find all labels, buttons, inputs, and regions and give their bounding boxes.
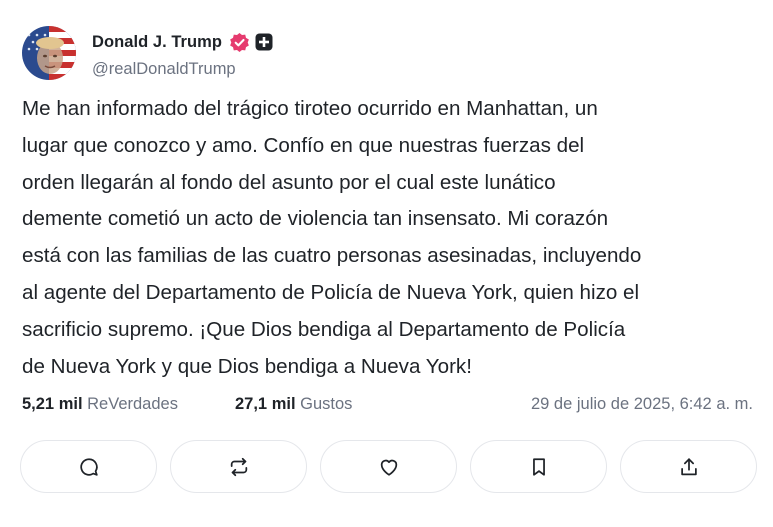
verified-badge-icon <box>229 32 250 53</box>
share-icon <box>680 457 697 475</box>
post-stats: 5,21 mil ReVerdades 27,1 mil Gustos 29 d… <box>22 395 762 419</box>
avatar-image <box>22 26 76 80</box>
bookmark-button[interactable] <box>470 440 607 493</box>
likes-label: Gustos <box>300 395 353 413</box>
like-button[interactable] <box>320 440 457 493</box>
post-timestamp[interactable]: 29 de julio de 2025, 6:42 a. m. <box>531 395 753 414</box>
retruth-icon <box>230 457 247 476</box>
reply-icon <box>79 457 98 476</box>
likes-count: 27,1 mil <box>235 395 296 413</box>
reply-button[interactable] <box>20 440 157 493</box>
author-display-name[interactable]: Donald J. Trump <box>92 33 222 52</box>
post-text: Me han informado del trágico tiroteo ocu… <box>22 97 642 378</box>
retruths-count: 5,21 mil <box>22 395 83 413</box>
author-name-row: Donald J. Trump <box>92 30 273 54</box>
author-handle[interactable]: @realDonaldTrump <box>92 60 236 79</box>
post-card: Donald J. Trump @realDonaldTrump Me han … <box>0 0 773 527</box>
share-button[interactable] <box>620 440 757 493</box>
retruth-button[interactable] <box>170 440 307 493</box>
bookmark-icon <box>532 457 545 476</box>
retruths-label: ReVerdades <box>87 395 178 413</box>
likes-stat[interactable]: 27,1 mil Gustos <box>235 395 352 414</box>
avatar[interactable] <box>22 26 76 80</box>
retruths-stat[interactable]: 5,21 mil ReVerdades <box>22 395 178 414</box>
action-bar <box>20 440 757 493</box>
heart-icon <box>380 459 397 476</box>
plus-badge-icon <box>255 33 273 51</box>
